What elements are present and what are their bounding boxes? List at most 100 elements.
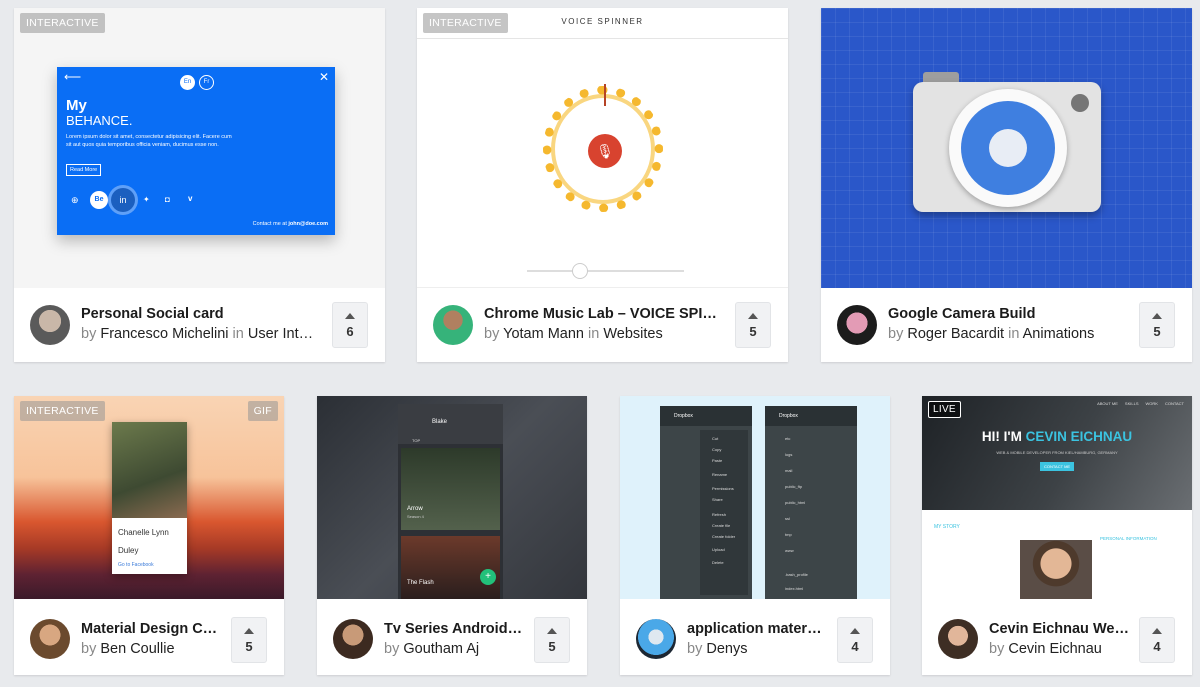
- by-label: by: [384, 641, 400, 657]
- story-heading: MY STORY: [934, 524, 960, 530]
- speed-slider-handle: [572, 263, 588, 279]
- profile-surname: Duley: [118, 546, 139, 555]
- author-link[interactable]: Ben Coullie: [100, 641, 174, 657]
- shot-thumbnail[interactable]: LIVE ABOUT ME SKILLS WORK CONTACT HI! I'…: [922, 396, 1192, 599]
- by-label: by: [81, 326, 97, 342]
- folder-item: .bash_profile: [785, 572, 808, 577]
- camera-lens-center: [989, 129, 1027, 167]
- upvote-button[interactable]: 5: [735, 302, 771, 348]
- upvote-arrow-icon: [1152, 313, 1162, 319]
- avatar[interactable]: [433, 305, 473, 345]
- category-link[interactable]: Animations: [1023, 326, 1095, 342]
- read-more-button: Read More: [66, 164, 102, 176]
- speed-slider-track: [527, 270, 684, 272]
- shot-title[interactable]: Cevin Eichnau Web…: [989, 621, 1129, 637]
- preview-body: Lorem ipsum dolor sit amet, consectetur …: [66, 134, 232, 148]
- shot-byline: by Roger Bacardit in Animations: [888, 326, 1128, 342]
- folder-item: logs: [785, 452, 793, 457]
- category-link[interactable]: User Inter…: [248, 326, 321, 342]
- avatar[interactable]: [30, 619, 70, 659]
- interactive-badge: INTERACTIVE: [20, 13, 105, 33]
- shot-thumbnail[interactable]: INTERACTIVE GIF Chanelle Lynn Duley Go t…: [14, 396, 284, 599]
- shot-card[interactable]: Blake TOP Arrow Season 4 The Flash + Tv …: [317, 396, 587, 675]
- upvote-button[interactable]: 4: [837, 617, 873, 663]
- author-link[interactable]: Cevin Eichnau: [1008, 641, 1102, 657]
- author-link[interactable]: Denys: [706, 641, 747, 657]
- author-link[interactable]: Goutham Aj: [403, 641, 479, 657]
- live-badge: LIVE: [928, 401, 961, 418]
- upvote-button[interactable]: 6: [332, 302, 368, 348]
- shot-thumbnail[interactable]: Dropbox Cut Copy Paste Rename Permission…: [620, 396, 890, 599]
- vimeo-icon: v: [188, 194, 193, 203]
- shot-thumbnail[interactable]: INTERACTIVE ⟵ En Fr ✕ My BEHANCE. Lorem …: [14, 8, 385, 288]
- menu-item: Rename: [712, 472, 728, 477]
- shot-card[interactable]: INTERACTIVE ⟵ En Fr ✕ My BEHANCE. Lorem …: [14, 8, 385, 362]
- preview-contact: Contact me at john@doe.com: [253, 221, 328, 227]
- upvote-button[interactable]: 5: [231, 617, 267, 663]
- nav-item: SKILLS: [1124, 401, 1139, 406]
- shot-card[interactable]: INTERACTIVE GIF Chanelle Lynn Duley Go t…: [14, 396, 284, 675]
- shot-title[interactable]: Tv Series Android …: [384, 621, 524, 637]
- shot-card[interactable]: Google Camera Build by Roger Bacardit in…: [821, 8, 1192, 362]
- twitter-icon: ✦: [143, 195, 150, 204]
- shot-title[interactable]: Material Design Ca…: [81, 621, 221, 637]
- upvote-button[interactable]: 4: [1139, 617, 1175, 663]
- shot-title[interactable]: application matera…: [687, 621, 827, 637]
- avatar[interactable]: [30, 305, 70, 345]
- nav-item: WORK: [1145, 401, 1158, 406]
- author-link[interactable]: Francesco Michelini: [100, 326, 228, 342]
- profile-photo: [112, 422, 187, 518]
- menu-item: Permissions: [712, 486, 734, 491]
- avatar[interactable]: [333, 619, 373, 659]
- shot-byline: by Goutham Aj: [384, 641, 524, 657]
- vote-count: 5: [1153, 324, 1161, 339]
- by-label: by: [888, 326, 904, 342]
- profile-card-preview: Chanelle Lynn Duley Go to Facebook: [112, 422, 187, 574]
- instagram-icon: ◘: [165, 195, 170, 204]
- upvote-arrow-icon: [244, 628, 254, 634]
- shot-footer: Google Camera Build by Roger Bacardit in…: [821, 288, 1192, 362]
- website-hero: LIVE ABOUT ME SKILLS WORK CONTACT HI! I'…: [922, 396, 1192, 510]
- interactive-badge: INTERACTIVE: [20, 401, 105, 421]
- shot-byline: by Yotam Mann in Websites: [484, 326, 724, 342]
- voice-spinner-heading: VOICE SPINNER: [561, 17, 644, 26]
- lang-fr-button: Fr: [199, 75, 214, 90]
- lang-en-button: En: [180, 75, 195, 90]
- profile-portrait: [1020, 540, 1092, 599]
- upvote-button[interactable]: 5: [534, 617, 570, 663]
- author-link[interactable]: Roger Bacardit: [907, 326, 1004, 342]
- shot-title[interactable]: Personal Social card: [81, 306, 321, 322]
- shot-thumbnail[interactable]: Blake TOP Arrow Season 4 The Flash +: [317, 396, 587, 599]
- category-link[interactable]: Websites: [603, 326, 662, 342]
- shot-byline: by Francesco Michelini in User Inter…: [81, 326, 321, 342]
- shot-card[interactable]: LIVE ABOUT ME SKILLS WORK CONTACT HI! I'…: [922, 396, 1192, 675]
- shot-card[interactable]: Dropbox Cut Copy Paste Rename Permission…: [620, 396, 890, 675]
- shot-footer: application matera… by Denys 4: [620, 599, 890, 675]
- shot-title[interactable]: Chrome Music Lab – VOICE SPINN…: [484, 306, 724, 322]
- author-link[interactable]: Yotam Mann: [503, 326, 584, 342]
- vote-count: 4: [1153, 639, 1161, 654]
- shot-thumbnail[interactable]: [821, 8, 1192, 288]
- menu-item: Upload: [712, 547, 725, 552]
- upvote-arrow-icon: [1152, 628, 1162, 634]
- menu-item: Paste: [712, 458, 723, 463]
- website-nav: ABOUT ME SKILLS WORK CONTACT: [1097, 401, 1184, 406]
- upvote-button[interactable]: 5: [1139, 302, 1175, 348]
- social-card-preview: ⟵ En Fr ✕ My BEHANCE. Lorem ipsum dolor …: [57, 67, 335, 235]
- avatar[interactable]: [837, 305, 877, 345]
- avatar[interactable]: [938, 619, 978, 659]
- app-title: Dropbox: [779, 413, 798, 419]
- shot-byline: by Denys: [687, 641, 827, 657]
- menu-item: Create folder: [712, 534, 736, 539]
- shot-byline: by Ben Coullie: [81, 641, 221, 657]
- shot-thumbnail[interactable]: INTERACTIVE VOICE SPINNER 🎙: [417, 8, 788, 288]
- menu-item: Create file: [712, 523, 731, 528]
- shot-footer: Tv Series Android … by Goutham Aj 5: [317, 599, 587, 675]
- folder-item: tmp: [785, 532, 792, 537]
- shot-title[interactable]: Google Camera Build: [888, 306, 1128, 322]
- avatar[interactable]: [636, 619, 676, 659]
- dribbble-icon: ⊕: [71, 195, 79, 205]
- shot-card[interactable]: INTERACTIVE VOICE SPINNER 🎙 Chrome Music…: [417, 8, 788, 362]
- camera-flash: [1071, 94, 1089, 112]
- in-label: in: [588, 326, 600, 342]
